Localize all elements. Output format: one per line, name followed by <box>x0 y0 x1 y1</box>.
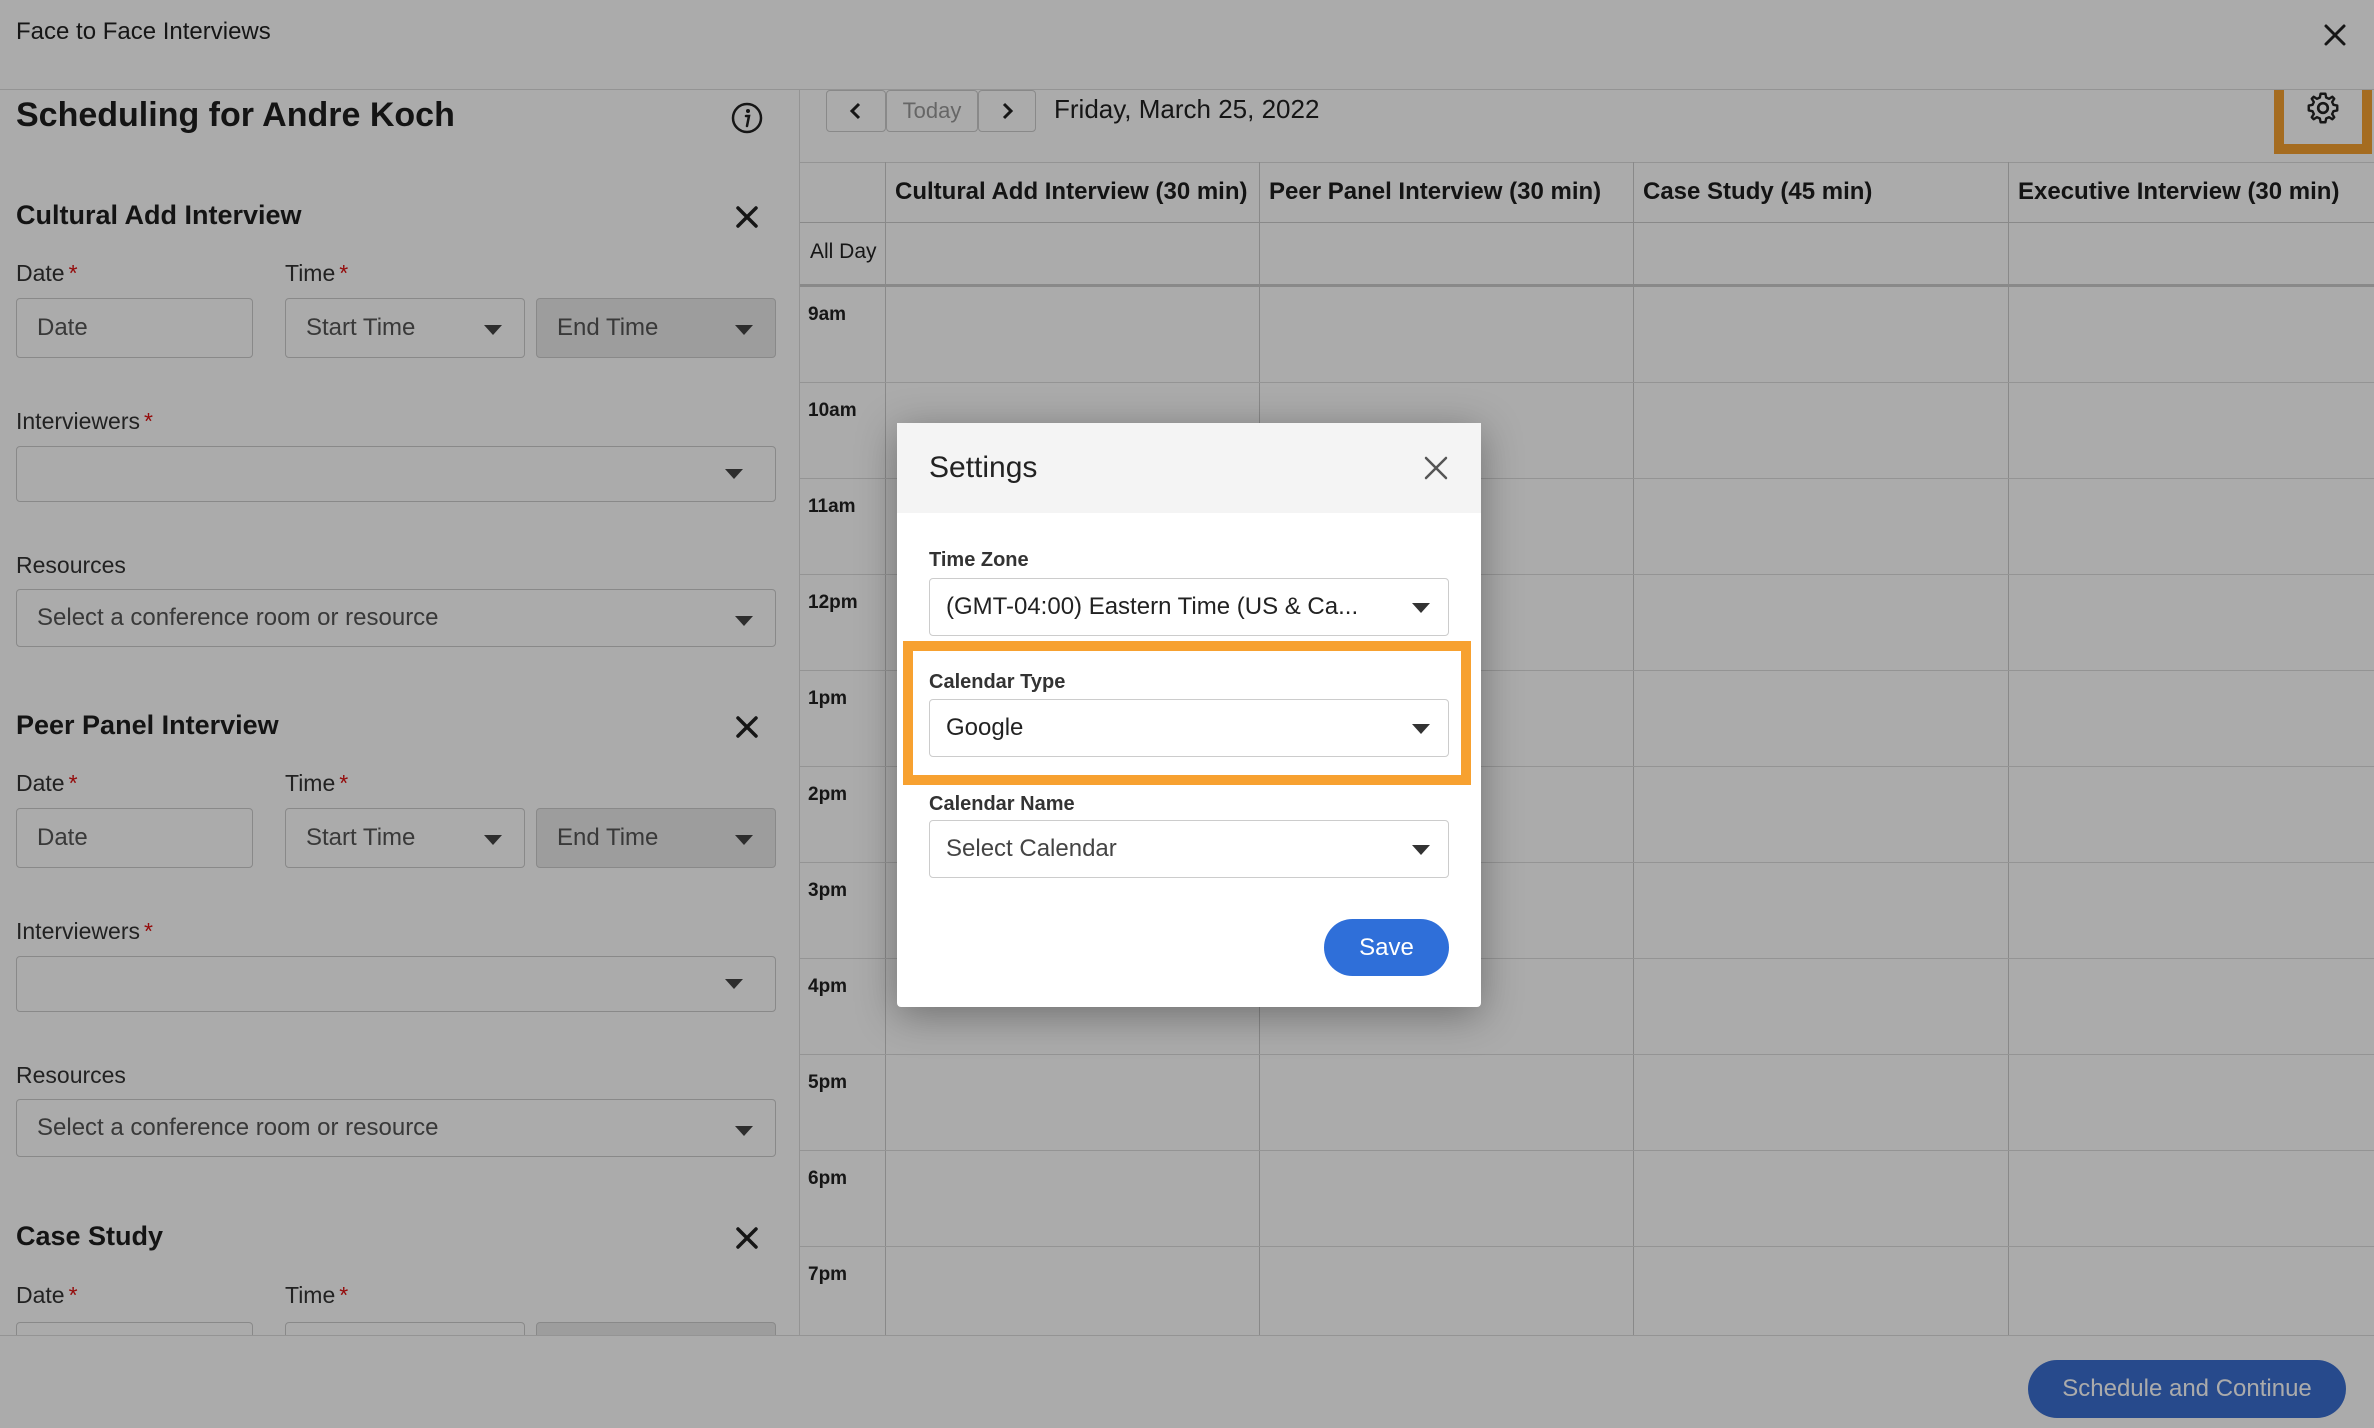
modal-title: Settings <box>929 451 1038 484</box>
modal-header: Settings <box>897 423 1481 513</box>
chevron-down-icon <box>1412 603 1430 613</box>
chevron-down-icon <box>1412 724 1430 734</box>
time-zone-label: Time Zone <box>929 549 1029 571</box>
calendar-name-label: Calendar Name <box>929 793 1075 815</box>
calendar-name-select[interactable]: Select Calendar <box>929 820 1449 878</box>
settings-modal: Settings Time Zone (GMT-04:00) Eastern T… <box>897 423 1481 1007</box>
save-button[interactable]: Save <box>1324 919 1449 976</box>
calendar-type-label: Calendar Type <box>929 671 1066 693</box>
time-zone-select[interactable]: (GMT-04:00) Eastern Time (US & Ca... <box>929 578 1449 636</box>
chevron-down-icon <box>1412 845 1430 855</box>
calendar-type-select[interactable]: Google <box>929 699 1449 757</box>
close-icon[interactable] <box>1421 453 1451 483</box>
